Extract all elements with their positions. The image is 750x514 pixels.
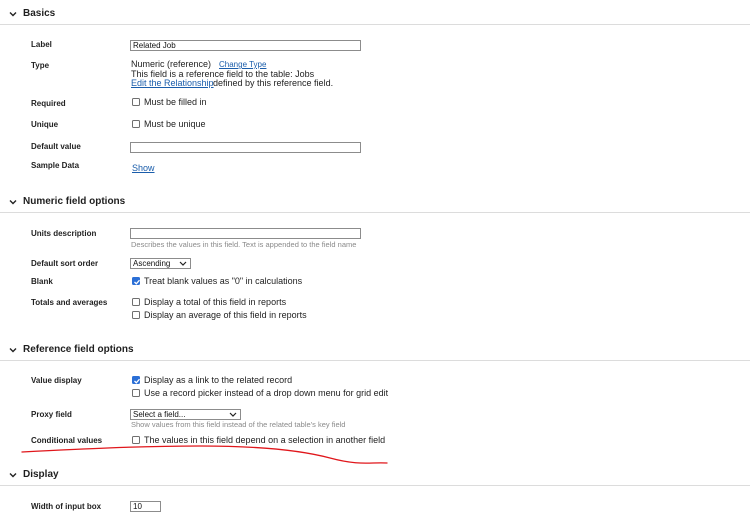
totals-averages-field-label: Totals and averages <box>31 298 108 307</box>
proxy-field-select[interactable]: Select a field... <box>130 409 241 420</box>
section-header-display[interactable]: Display <box>0 466 750 486</box>
type-field-label: Type <box>31 61 50 70</box>
conditional-values-field-label: Conditional values <box>31 436 103 445</box>
value-display-field-label: Value display <box>31 376 82 385</box>
sort-order-select[interactable]: Ascending <box>130 258 191 269</box>
required-field-label: Required <box>31 99 66 108</box>
record-picker-label: Use a record picker instead of a drop do… <box>144 388 389 398</box>
blank-option-label: Treat blank values as "0" in calculation… <box>144 276 303 286</box>
section-title: Basics <box>23 8 56 19</box>
unique-checkbox[interactable] <box>132 120 140 128</box>
section-title: Numeric field options <box>23 196 126 207</box>
section-header-reference[interactable]: Reference field options <box>0 341 750 361</box>
display-total-checkbox[interactable] <box>132 298 140 306</box>
section-header-basics[interactable]: Basics <box>0 5 750 25</box>
blank-field-label: Blank <box>31 277 53 286</box>
display-as-link-label: Display as a link to the related record <box>144 375 293 385</box>
unique-field-label: Unique <box>31 120 59 129</box>
chevron-down-icon <box>9 348 17 353</box>
default-value-input[interactable] <box>130 142 361 153</box>
proxy-field-hint: Show values from this field instead of t… <box>131 420 346 429</box>
checkmark-icon <box>134 279 140 285</box>
units-description-field-label: Units description <box>31 229 97 238</box>
blank-checkbox[interactable] <box>132 277 140 285</box>
width-input[interactable] <box>130 501 161 512</box>
display-as-link-checkbox[interactable] <box>132 376 140 384</box>
chevron-down-icon <box>9 473 17 478</box>
chevron-down-icon <box>179 261 187 266</box>
label-input[interactable] <box>130 40 361 51</box>
chevron-down-icon <box>9 200 17 205</box>
checkmark-icon <box>134 378 140 384</box>
width-input-box-field-label: Width of input box <box>31 502 102 511</box>
chevron-down-icon <box>229 412 237 417</box>
change-type-link[interactable]: Change Type <box>219 60 266 69</box>
display-average-label: Display an average of this field in repo… <box>144 310 307 320</box>
show-sample-data-link[interactable]: Show <box>132 163 155 173</box>
unique-option-label: Must be unique <box>144 119 206 129</box>
required-option-label: Must be filled in <box>144 97 207 107</box>
sample-data-field-label: Sample Data <box>31 161 80 170</box>
required-checkbox[interactable] <box>132 98 140 106</box>
sort-order-value: Ascending <box>133 259 171 268</box>
edit-relationship-link[interactable]: Edit the Relationship <box>131 78 214 88</box>
edit-relationship-suffix: defined by this reference field. <box>213 78 334 88</box>
units-description-hint: Describes the values in this field. Text… <box>131 240 357 249</box>
proxy-field-label: Proxy field <box>31 410 72 419</box>
type-value: Numeric (reference) <box>131 59 212 69</box>
chevron-down-icon <box>9 12 17 17</box>
section-title: Reference field options <box>23 344 134 355</box>
record-picker-checkbox[interactable] <box>132 389 140 397</box>
units-description-input[interactable] <box>130 228 361 239</box>
proxy-field-value: Select a field... <box>133 410 186 419</box>
display-total-label: Display a total of this field in reports <box>144 297 287 307</box>
section-header-numeric[interactable]: Numeric field options <box>0 193 750 213</box>
conditional-values-checkbox[interactable] <box>132 436 140 444</box>
section-title: Display <box>23 469 59 480</box>
display-average-checkbox[interactable] <box>132 311 140 319</box>
default-sort-order-field-label: Default sort order <box>31 259 99 268</box>
conditional-values-option-label: The values in this field depend on a sel… <box>144 435 386 445</box>
label-field-label: Label <box>31 40 52 49</box>
default-value-field-label: Default value <box>31 142 81 151</box>
